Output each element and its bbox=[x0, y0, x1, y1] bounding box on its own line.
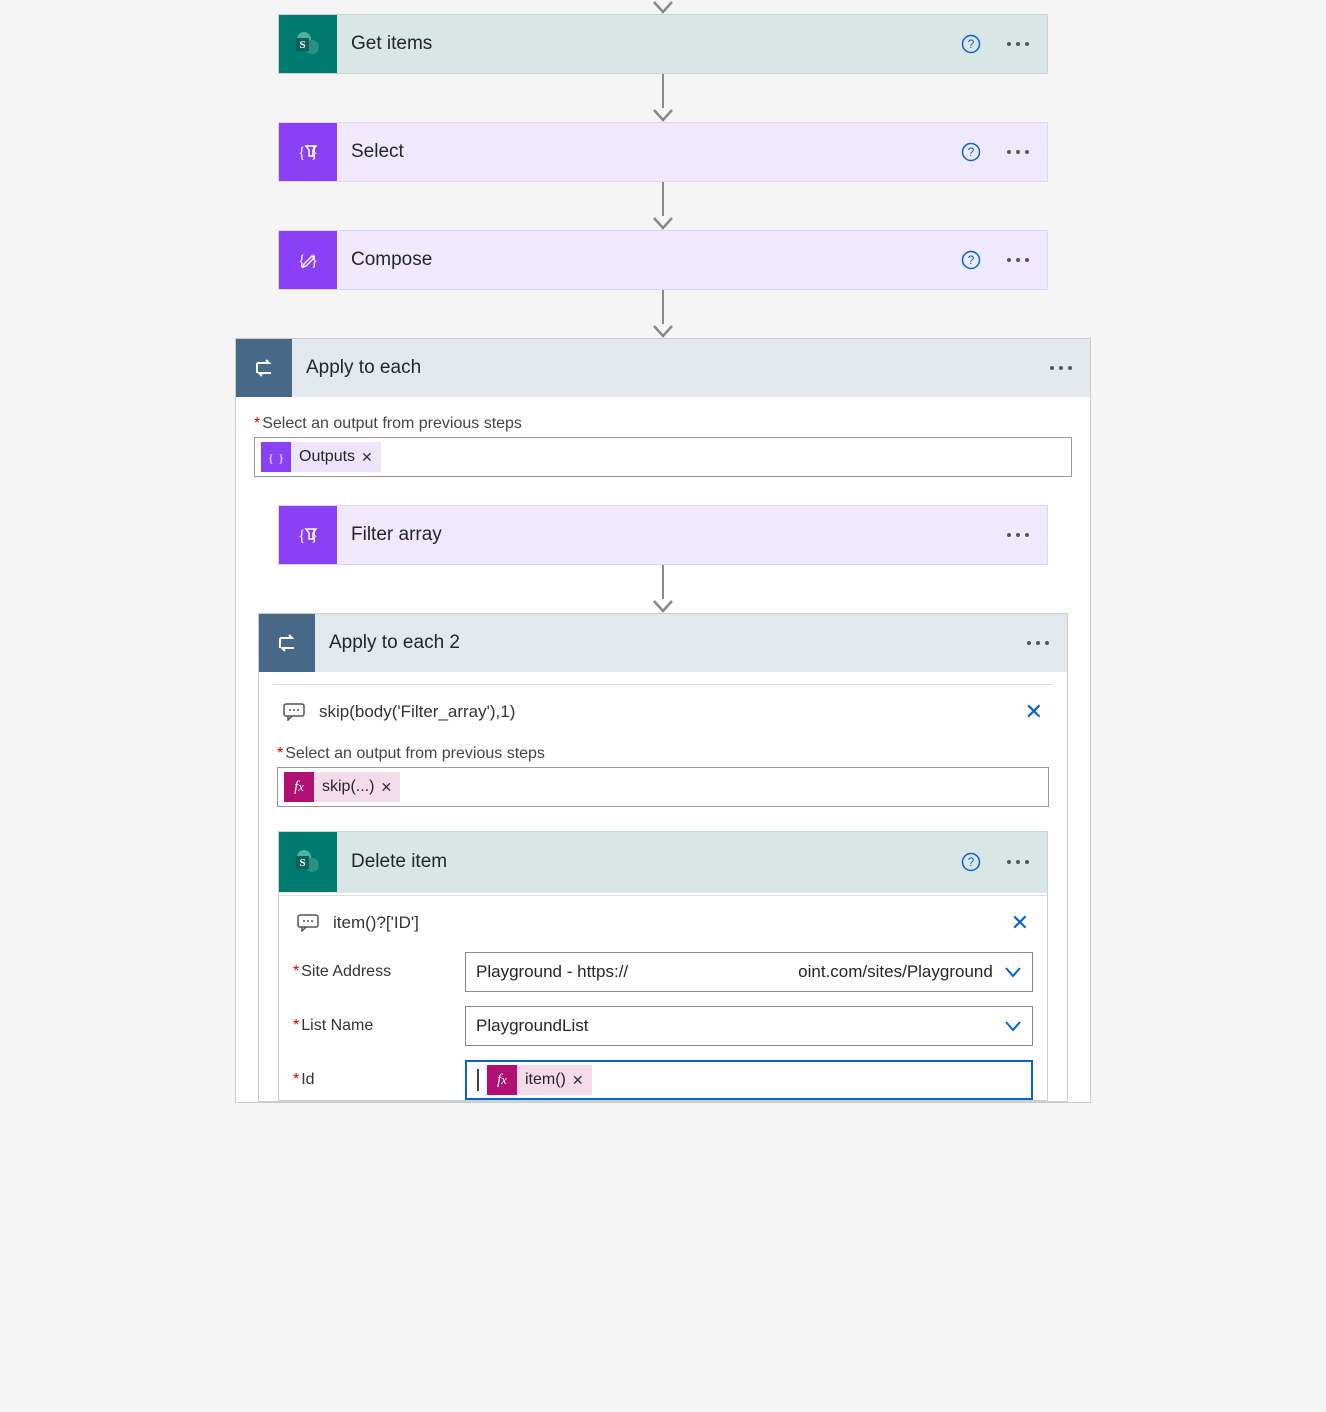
step-title: Compose bbox=[337, 231, 961, 289]
token-remove-icon[interactable]: ✕ bbox=[572, 1072, 584, 1089]
svg-text:{: { bbox=[298, 253, 306, 270]
comment-text: skip(body('Filter_array'),1) bbox=[319, 702, 1011, 722]
param-label: List Name bbox=[301, 1017, 373, 1035]
arrow-down-icon bbox=[652, 216, 674, 230]
sharepoint-icon: S bbox=[279, 832, 337, 892]
param-label: Id bbox=[301, 1071, 314, 1089]
loop-header[interactable]: Apply to each 2 bbox=[259, 614, 1067, 672]
help-icon[interactable]: ? bbox=[961, 250, 981, 270]
step-title: Filter array bbox=[337, 506, 1005, 564]
connector bbox=[652, 290, 674, 338]
input-value: PlaygroundList bbox=[476, 1016, 588, 1036]
more-menu[interactable] bbox=[1048, 358, 1074, 378]
svg-text:S: S bbox=[299, 39, 305, 51]
svg-text:?: ? bbox=[968, 253, 975, 267]
chevron-down-icon[interactable] bbox=[1004, 966, 1022, 978]
input-list-name[interactable]: PlaygroundList bbox=[465, 1006, 1033, 1046]
step-delete-item: S Delete item ? bbox=[278, 831, 1048, 1101]
loop-apply-to-each-2: Apply to each 2 skip(body('Filter_array'… bbox=[258, 613, 1068, 1102]
svg-text:?: ? bbox=[968, 145, 975, 159]
more-menu[interactable] bbox=[1005, 34, 1031, 54]
svg-text:{: { bbox=[268, 451, 274, 465]
connector bbox=[652, 565, 674, 613]
filter-icon: {} bbox=[279, 506, 337, 564]
fx-icon: fx bbox=[487, 1065, 517, 1095]
more-menu[interactable] bbox=[1005, 142, 1031, 162]
text-cursor bbox=[477, 1069, 479, 1091]
input-select-output-2[interactable]: fx skip(...) ✕ bbox=[277, 767, 1049, 807]
svg-text:}: } bbox=[278, 451, 284, 465]
svg-text:}: } bbox=[310, 528, 318, 545]
field-label-select-output: *Select an output from previous steps bbox=[277, 745, 1049, 763]
field-label-select-output: *Select an output from previous steps bbox=[254, 415, 1072, 433]
compose-icon: {} bbox=[279, 231, 337, 289]
param-id: *Id fx item() ✕ bbox=[293, 1060, 1033, 1100]
more-menu[interactable] bbox=[1005, 525, 1031, 545]
input-value: Playground - https:// oint.com/sites/Pla… bbox=[476, 962, 993, 982]
comment-text: item()?['ID'] bbox=[333, 913, 997, 933]
token-skip-expression[interactable]: fx skip(...) ✕ bbox=[284, 772, 400, 802]
token-outputs[interactable]: {} Outputs ✕ bbox=[261, 442, 381, 472]
compose-token-icon: {} bbox=[261, 442, 291, 472]
step-filter-array[interactable]: {} Filter array bbox=[278, 505, 1048, 565]
input-select-output[interactable]: {} Outputs ✕ bbox=[254, 437, 1072, 477]
connector bbox=[652, 182, 674, 230]
token-label: skip(...) bbox=[320, 778, 374, 796]
step-select[interactable]: {} Select ? bbox=[278, 122, 1048, 182]
close-icon[interactable]: ✕ bbox=[1025, 699, 1043, 725]
close-icon[interactable]: ✕ bbox=[1011, 910, 1029, 936]
step-title: Delete item bbox=[337, 832, 961, 892]
sharepoint-icon: S bbox=[279, 15, 337, 73]
arrow-down-icon bbox=[652, 108, 674, 122]
loop-header[interactable]: Apply to each bbox=[236, 339, 1090, 397]
loop-title: Apply to each 2 bbox=[315, 614, 1025, 672]
svg-text:}: } bbox=[310, 145, 318, 162]
loop-icon bbox=[236, 339, 292, 397]
select-icon: {} bbox=[279, 123, 337, 181]
loop-title: Apply to each bbox=[292, 339, 1048, 397]
svg-text:?: ? bbox=[968, 855, 975, 869]
arrow-down-icon bbox=[652, 599, 674, 613]
svg-text:?: ? bbox=[968, 37, 975, 51]
comment-row: item()?['ID'] ✕ bbox=[279, 896, 1047, 942]
step-title: Get items bbox=[337, 15, 961, 73]
param-list-name: *List Name PlaygroundList bbox=[293, 1006, 1033, 1046]
comment-row: skip(body('Filter_array'),1) ✕ bbox=[273, 685, 1053, 731]
input-site-address[interactable]: Playground - https:// oint.com/sites/Pla… bbox=[465, 952, 1033, 992]
token-remove-icon[interactable]: ✕ bbox=[380, 779, 392, 796]
step-compose[interactable]: {} Compose ? bbox=[278, 230, 1048, 290]
more-menu[interactable] bbox=[1005, 250, 1031, 270]
more-menu[interactable] bbox=[1025, 633, 1051, 653]
param-site-address: *Site Address Playground - https:// oint… bbox=[293, 952, 1033, 992]
fx-icon: fx bbox=[284, 772, 314, 802]
loop-icon bbox=[259, 614, 315, 672]
token-label: Outputs bbox=[297, 448, 355, 466]
loop-apply-to-each: Apply to each *Select an output from pre… bbox=[235, 338, 1091, 1103]
token-label: item() bbox=[523, 1071, 566, 1089]
help-icon[interactable]: ? bbox=[961, 34, 981, 54]
comment-icon bbox=[297, 914, 319, 932]
step-header[interactable]: S Delete item ? bbox=[279, 832, 1047, 892]
step-get-items[interactable]: S Get items ? bbox=[278, 14, 1048, 74]
svg-text:{: { bbox=[298, 145, 306, 162]
arrow-down-icon bbox=[652, 324, 674, 338]
token-remove-icon[interactable]: ✕ bbox=[361, 449, 373, 466]
svg-text:S: S bbox=[299, 857, 305, 869]
more-menu[interactable] bbox=[1005, 852, 1031, 872]
input-id[interactable]: fx item() ✕ bbox=[465, 1060, 1033, 1100]
connector bbox=[652, 74, 674, 122]
comment-icon bbox=[283, 703, 305, 721]
param-label: Site Address bbox=[301, 963, 391, 981]
arrow-down-icon bbox=[652, 0, 674, 14]
help-icon[interactable]: ? bbox=[961, 852, 981, 872]
svg-text:{: { bbox=[298, 528, 306, 545]
help-icon[interactable]: ? bbox=[961, 142, 981, 162]
svg-text:}: } bbox=[310, 253, 318, 270]
chevron-down-icon[interactable] bbox=[1004, 1020, 1022, 1032]
token-item-expression[interactable]: fx item() ✕ bbox=[487, 1065, 592, 1095]
connector-top bbox=[652, 0, 674, 14]
step-title: Select bbox=[337, 123, 961, 181]
